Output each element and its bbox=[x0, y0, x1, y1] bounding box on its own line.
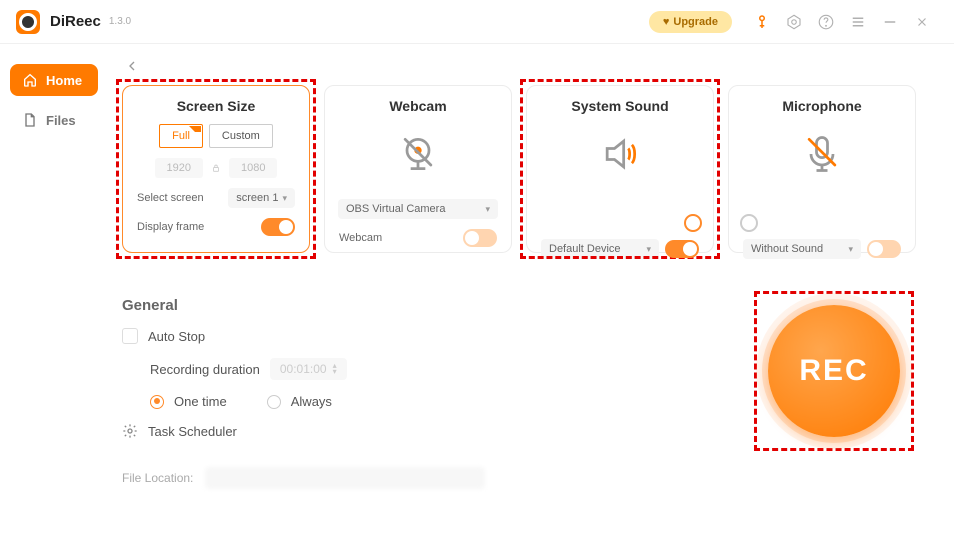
close-icon[interactable] bbox=[912, 12, 932, 32]
lock-icon bbox=[211, 163, 221, 173]
files-icon bbox=[22, 112, 38, 128]
crown-icon: ♥ bbox=[663, 16, 670, 28]
speaker-icon bbox=[598, 132, 642, 181]
mic-device-dropdown[interactable]: Without Sound▾ bbox=[743, 239, 861, 259]
webcam-device-dropdown[interactable]: OBS Virtual Camera▾ bbox=[338, 199, 498, 219]
help-icon[interactable] bbox=[816, 12, 836, 32]
upgrade-label: Upgrade bbox=[673, 16, 718, 28]
webcam-toggle[interactable] bbox=[463, 229, 497, 247]
minimize-icon[interactable] bbox=[880, 12, 900, 32]
webcam-off-icon bbox=[396, 132, 440, 181]
webcam-title: Webcam bbox=[389, 98, 446, 114]
auto-stop-checkbox[interactable] bbox=[122, 328, 138, 344]
mic-toggle[interactable] bbox=[867, 240, 901, 258]
display-frame-toggle[interactable] bbox=[261, 218, 295, 236]
settings-icon[interactable] bbox=[784, 12, 804, 32]
mic-title: Microphone bbox=[782, 98, 861, 114]
select-screen-dropdown[interactable]: screen 1▾ bbox=[228, 188, 295, 208]
sidebar-item-home[interactable]: Home bbox=[10, 64, 98, 96]
sidebar-files-label: Files bbox=[46, 113, 76, 128]
webcam-label: Webcam bbox=[339, 232, 382, 244]
height-value: 1080 bbox=[229, 158, 277, 178]
screen-custom-button[interactable]: Custom bbox=[209, 124, 273, 148]
one-time-label: One time bbox=[174, 394, 227, 409]
card-microphone: Microphone Without Sound▾ bbox=[728, 85, 916, 253]
card-system-sound: System Sound Default Device▾ bbox=[526, 85, 714, 253]
home-icon bbox=[22, 72, 38, 88]
card-screen-size: Screen Size Full Custom 1920 1080 Select… bbox=[122, 85, 310, 253]
record-button[interactable]: REC bbox=[768, 305, 900, 437]
display-frame-label: Display frame bbox=[137, 221, 204, 233]
sidebar-home-label: Home bbox=[46, 73, 82, 88]
app-logo bbox=[16, 10, 40, 34]
sidebar-item-files[interactable]: Files bbox=[10, 104, 98, 136]
file-location-label: File Location: bbox=[122, 471, 193, 485]
key-icon[interactable] bbox=[752, 12, 772, 32]
app-version: 1.3.0 bbox=[109, 16, 131, 27]
one-time-radio[interactable] bbox=[150, 395, 164, 409]
gear-icon bbox=[122, 423, 138, 439]
system-sound-toggle[interactable] bbox=[665, 240, 699, 258]
app-name: DiReec bbox=[50, 13, 101, 30]
select-screen-label: Select screen bbox=[137, 192, 204, 204]
card-webcam: Webcam OBS Virtual Camera▾ Webcam bbox=[324, 85, 512, 253]
system-sound-title: System Sound bbox=[571, 98, 668, 114]
upgrade-button[interactable]: ♥ Upgrade bbox=[649, 11, 732, 33]
rec-duration-label: Recording duration bbox=[150, 362, 260, 377]
system-sound-device-dropdown[interactable]: Default Device▾ bbox=[541, 239, 659, 259]
back-arrow-icon[interactable] bbox=[122, 61, 142, 78]
always-label: Always bbox=[291, 394, 332, 409]
always-radio[interactable] bbox=[267, 395, 281, 409]
width-value: 1920 bbox=[155, 158, 203, 178]
mic-off-icon bbox=[800, 132, 844, 181]
screen-title: Screen Size bbox=[177, 98, 256, 114]
rec-duration-input[interactable]: 00:01:00▴▾ bbox=[270, 358, 347, 380]
task-scheduler-label[interactable]: Task Scheduler bbox=[148, 424, 237, 439]
menu-icon[interactable] bbox=[848, 12, 868, 32]
file-location-path bbox=[205, 467, 485, 489]
screen-full-button[interactable]: Full bbox=[159, 124, 203, 148]
auto-stop-label: Auto Stop bbox=[148, 329, 205, 344]
